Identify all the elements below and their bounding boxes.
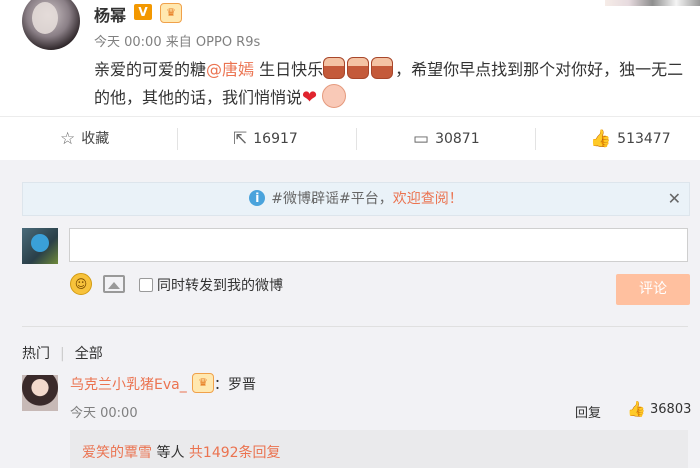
commenter-avatar[interactable]	[22, 375, 58, 411]
close-icon[interactable]: ✕	[668, 183, 681, 215]
divider	[177, 128, 178, 150]
cake-emoji-icon	[347, 57, 370, 79]
post-source[interactable]: OPPO R9s	[196, 35, 260, 50]
pig-emoji-icon	[322, 84, 347, 108]
comment-colon: ：	[214, 377, 228, 393]
post-time[interactable]: 今天 00:00	[94, 35, 162, 50]
mention-link[interactable]: @唐嫣	[206, 60, 254, 79]
comment-input[interactable]	[69, 228, 688, 262]
member-crown-icon: ♛	[192, 373, 214, 393]
comment-count: 30871	[435, 131, 480, 147]
post-meta: 今天 00:00 来自 OPPO R9s	[94, 31, 260, 50]
my-avatar	[22, 228, 58, 264]
commenter-name[interactable]: 乌克兰小乳猪Eva_	[70, 374, 187, 394]
thumbs-up-icon[interactable]: 👍	[627, 400, 646, 418]
favorite-button[interactable]: ☆ 收藏	[60, 117, 109, 161]
sub-reply-count[interactable]: 共1492条回复	[189, 445, 281, 461]
notice-prefix[interactable]: #微博辟谣#平台，	[271, 191, 392, 207]
comment-time: 今天 00:00	[70, 406, 138, 421]
sub-reply-middle: 等人	[152, 445, 189, 461]
heart-emoji-icon: ❤	[302, 87, 318, 108]
repost-checkbox[interactable]	[139, 278, 153, 292]
comment-like-count[interactable]: 36803	[650, 402, 691, 417]
cake-emoji-icon	[371, 57, 394, 79]
tab-all[interactable]: 全部	[75, 346, 103, 362]
notice-banner: i #微博辟谣#平台，欢迎查阅！ ✕	[22, 182, 690, 216]
notice-highlight[interactable]: 欢迎查阅！	[393, 191, 463, 207]
divider	[22, 326, 688, 327]
post-text: 亲爱的可爱的糖@唐嫣 生日快乐 ，希望你早点找到那个对你好，独一无二的他，其他的话…	[94, 56, 684, 112]
post-source-prefix: 来自	[165, 35, 192, 50]
thumbs-up-icon: 👍	[590, 129, 612, 149]
submit-comment-button[interactable]: 评论	[616, 274, 690, 305]
tab-hot[interactable]: 热门	[22, 346, 50, 362]
star-icon: ☆	[60, 129, 76, 149]
post-text-part1: 亲爱的可爱的糖	[94, 60, 207, 79]
favorite-label: 收藏	[81, 131, 110, 147]
comment-tabs: 热门 | 全部	[22, 343, 103, 363]
like-count: 513477	[617, 131, 671, 147]
like-button[interactable]: 👍 513477	[590, 117, 671, 161]
reply-button[interactable]: 回复	[575, 402, 601, 421]
verified-icon: V	[134, 4, 152, 20]
notice-text: i #微博辟谣#平台，欢迎查阅！	[23, 183, 689, 215]
info-icon: i	[249, 190, 266, 206]
action-bar: ☆ 收藏 ⇱ 16917 ▭ 30871 👍 513477	[0, 116, 700, 161]
post-text-part2: 生日快乐	[254, 60, 324, 79]
comment-text: ：罗晋	[214, 374, 256, 394]
sub-replies-bar[interactable]: 爱笑的覃雪 等人 共1492条回复	[70, 430, 688, 468]
repost-icon: ⇱	[233, 129, 248, 149]
repost-button[interactable]: ⇱ 16917	[233, 117, 298, 161]
image-icon[interactable]	[103, 275, 125, 293]
comment-body: 罗晋	[228, 377, 256, 393]
poster-name[interactable]: 杨幂	[94, 2, 126, 26]
sub-replies-text: 爱笑的覃雪 等人 共1492条回复	[82, 442, 281, 462]
poster-avatar[interactable]	[22, 0, 80, 50]
sub-reply-user[interactable]: 爱笑的覃雪	[82, 445, 152, 461]
cake-emoji-icon	[323, 57, 346, 79]
header-decoration	[605, 0, 700, 6]
divider	[535, 128, 536, 150]
comment-button[interactable]: ▭ 30871	[413, 117, 480, 161]
member-crown-icon: ♛	[160, 3, 182, 23]
repost-count: 16917	[253, 131, 298, 147]
divider	[356, 128, 357, 150]
emoji-icon[interactable]: ☺	[70, 273, 92, 295]
repost-checkbox-label[interactable]: 同时转发到我的微博	[157, 275, 283, 295]
tab-separator: |	[60, 346, 65, 362]
comment-icon: ▭	[413, 129, 430, 149]
